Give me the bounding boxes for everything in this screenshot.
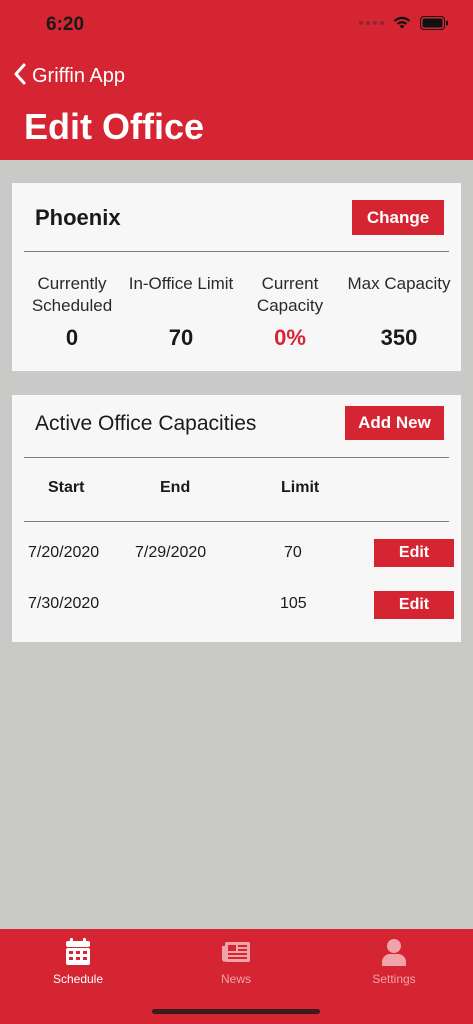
- stat-label: Currently Scheduled: [31, 274, 113, 315]
- add-new-button[interactable]: Add New: [345, 406, 444, 440]
- stat-in-office-limit: In-Office Limit 70: [126, 273, 236, 351]
- tab-news[interactable]: News: [181, 937, 291, 986]
- tab-label: News: [220, 972, 251, 986]
- stat-currently-scheduled: Currently Scheduled 0: [17, 273, 127, 351]
- column-header-start: Start: [48, 479, 85, 496]
- stat-value: 0%: [274, 325, 306, 350]
- divider: [24, 457, 449, 458]
- cellular-signal-icon: [359, 20, 384, 25]
- calendar-icon: [23, 937, 133, 967]
- office-summary-card: Phoenix Change Currently Scheduled 0 In-…: [12, 183, 461, 371]
- column-header-limit: Limit: [281, 479, 320, 496]
- newspaper-icon: [181, 937, 291, 967]
- tab-label: Settings: [372, 972, 416, 986]
- section-title: Active Office Capacities: [35, 412, 257, 435]
- active-capacities-card: Active Office Capacities Add New Start E…: [12, 395, 461, 642]
- divider: [24, 251, 449, 252]
- stat-value: 70: [168, 325, 194, 350]
- cell-limit: 70: [284, 544, 302, 561]
- divider: [24, 521, 449, 522]
- status-time: 6:20: [46, 14, 85, 35]
- office-name: Phoenix: [35, 205, 121, 230]
- back-button[interactable]: Griffin App: [12, 62, 125, 91]
- wifi-icon: [392, 15, 412, 30]
- tab-label: Schedule: [52, 972, 104, 986]
- nav-header: 6:20 Griffin App Edit Office: [0, 0, 473, 160]
- stat-label: Current Capacity: [256, 274, 324, 315]
- tab-settings[interactable]: Settings: [339, 937, 449, 986]
- home-indicator: [152, 1009, 320, 1014]
- stat-current-capacity: Current Capacity 0%: [235, 273, 345, 351]
- chevron-left-icon: [12, 62, 28, 91]
- stat-value: 0: [65, 325, 79, 350]
- tab-schedule[interactable]: Schedule: [23, 937, 133, 986]
- person-icon: [339, 937, 449, 967]
- edit-button[interactable]: Edit: [374, 539, 454, 567]
- battery-icon: [420, 15, 449, 30]
- column-header-end: End: [160, 479, 191, 496]
- stat-max-capacity: Max Capacity 350: [344, 273, 454, 351]
- cell-start: 7/30/2020: [28, 595, 100, 612]
- cell-end: 7/29/2020: [135, 544, 207, 561]
- cell-start: 7/20/2020: [28, 544, 100, 561]
- stat-label: Max Capacity: [347, 274, 451, 293]
- stat-label: In-Office Limit: [128, 274, 234, 293]
- back-label: Griffin App: [32, 65, 126, 87]
- edit-button[interactable]: Edit: [374, 591, 454, 619]
- page-title: Edit Office: [24, 106, 205, 147]
- change-office-button[interactable]: Change: [352, 200, 444, 235]
- status-icons: [359, 15, 449, 30]
- stat-value: 350: [380, 325, 418, 350]
- cell-limit: 105: [280, 595, 307, 612]
